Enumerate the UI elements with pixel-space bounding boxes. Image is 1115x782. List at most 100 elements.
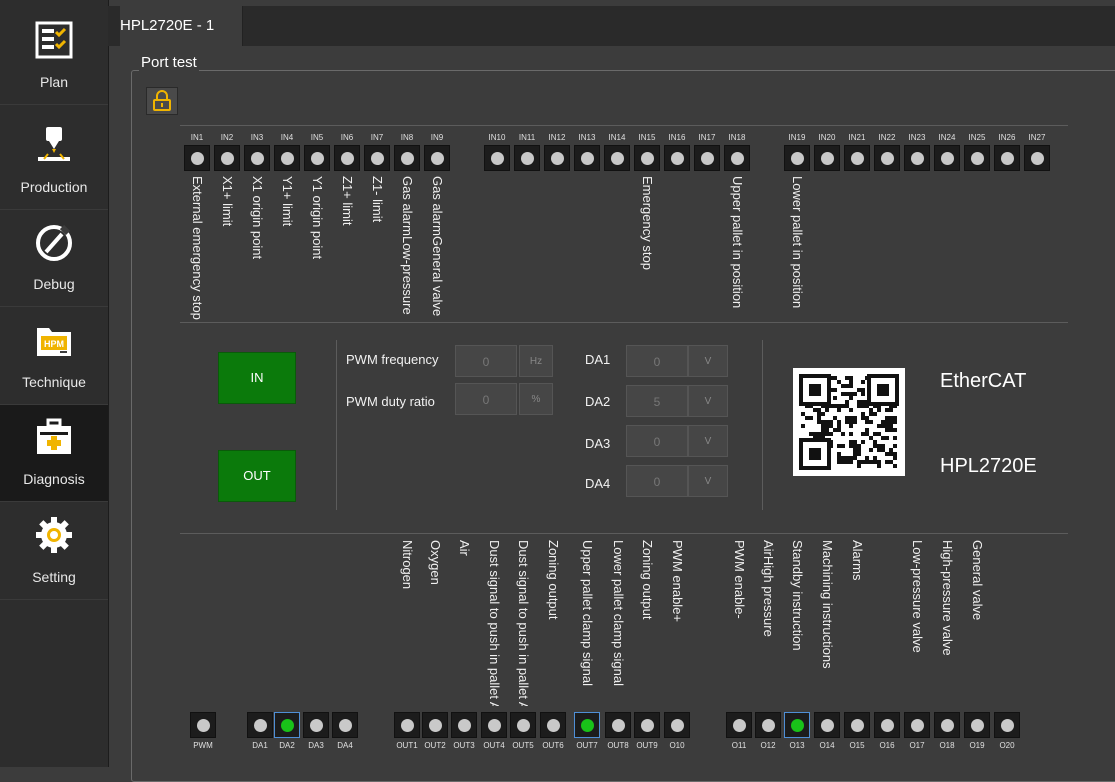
- input-id-label: IN22: [878, 133, 896, 142]
- da4-field[interactable]: 0: [626, 465, 688, 497]
- led-indicator: [401, 152, 414, 165]
- input-id-label: IN5: [310, 133, 324, 142]
- input-led-in24[interactable]: [934, 145, 960, 171]
- led-indicator: [491, 152, 504, 165]
- input-label: External emergency stop: [190, 176, 205, 320]
- input-led-in14[interactable]: [604, 145, 630, 171]
- pwm-frequency-label: PWM frequency: [346, 352, 439, 367]
- da1-field[interactable]: 0: [626, 345, 688, 377]
- in-button[interactable]: IN: [218, 352, 296, 404]
- input-id-label: IN16: [668, 133, 686, 142]
- debug-icon: [36, 224, 72, 261]
- input-led-in18[interactable]: [724, 145, 750, 171]
- output-label: General valve: [970, 540, 985, 621]
- sidebar-item-setting[interactable]: Setting: [0, 503, 108, 600]
- output-led-o12[interactable]: [755, 712, 781, 738]
- input-led-in5[interactable]: [304, 145, 330, 171]
- da1-unit: V: [688, 345, 728, 377]
- output-led-o11[interactable]: [726, 712, 752, 738]
- input-led-in22[interactable]: [874, 145, 900, 171]
- da-led-4[interactable]: [332, 712, 358, 738]
- da-led-2[interactable]: [274, 712, 300, 738]
- input-led-in11[interactable]: [514, 145, 540, 171]
- lock-button[interactable]: [146, 87, 178, 115]
- output-led-o18[interactable]: [934, 712, 960, 738]
- output-led-out4[interactable]: [481, 712, 507, 738]
- led-indicator: [339, 719, 352, 732]
- output-label: PWM enable-: [732, 540, 747, 619]
- tab-hpl2720e[interactable]: HPL2720E - 1: [120, 6, 243, 46]
- output-led-o15[interactable]: [844, 712, 870, 738]
- output-led-o19[interactable]: [964, 712, 990, 738]
- input-id-label: IN1: [190, 133, 204, 142]
- led-indicator: [281, 152, 294, 165]
- lock-icon: [153, 90, 171, 111]
- sidebar-item-plan[interactable]: Plan: [0, 8, 108, 105]
- pwm-frequency-unit: Hz: [519, 345, 553, 377]
- input-led-in20[interactable]: [814, 145, 840, 171]
- input-led-in12[interactable]: [544, 145, 570, 171]
- input-led-in3[interactable]: [244, 145, 270, 171]
- output-led-out3[interactable]: [451, 712, 477, 738]
- input-led-in26[interactable]: [994, 145, 1020, 171]
- output-led-out9[interactable]: [634, 712, 660, 738]
- output-led-o10[interactable]: [664, 712, 690, 738]
- output-id-label: OUT5: [512, 741, 534, 750]
- output-led-o20[interactable]: [994, 712, 1020, 738]
- da2-field[interactable]: 5: [626, 385, 688, 417]
- output-led-out8[interactable]: [605, 712, 631, 738]
- output-led-out1[interactable]: [394, 712, 420, 738]
- input-led-in4[interactable]: [274, 145, 300, 171]
- input-led-in19[interactable]: [784, 145, 810, 171]
- out-button[interactable]: OUT: [218, 450, 296, 502]
- output-led-o16[interactable]: [874, 712, 900, 738]
- input-led-in10[interactable]: [484, 145, 510, 171]
- output-id-label: O17: [909, 741, 925, 750]
- sidebar-item-technique[interactable]: HPM Technique: [0, 308, 108, 405]
- da-led-1[interactable]: [247, 712, 273, 738]
- da-id-label: DA4: [337, 741, 353, 750]
- pwm-led[interactable]: [190, 712, 216, 738]
- input-led-in6[interactable]: [334, 145, 360, 171]
- input-led-in9[interactable]: [424, 145, 450, 171]
- da-led-3[interactable]: [303, 712, 329, 738]
- input-led-in23[interactable]: [904, 145, 930, 171]
- output-led-out2[interactable]: [422, 712, 448, 738]
- input-led-in13[interactable]: [574, 145, 600, 171]
- input-led-in25[interactable]: [964, 145, 990, 171]
- pwm-frequency-field[interactable]: 0: [455, 345, 517, 377]
- da3-field[interactable]: 0: [626, 425, 688, 457]
- led-indicator: [762, 719, 775, 732]
- led-indicator: [671, 152, 684, 165]
- led-indicator: [429, 719, 442, 732]
- input-led-in1[interactable]: [184, 145, 210, 171]
- input-led-in16[interactable]: [664, 145, 690, 171]
- sidebar-item-label: Production: [20, 179, 88, 195]
- output-led-o13[interactable]: [784, 712, 810, 738]
- input-led-in27[interactable]: [1024, 145, 1050, 171]
- output-led-out6[interactable]: [540, 712, 566, 738]
- led-indicator: [881, 719, 894, 732]
- output-led-o17[interactable]: [904, 712, 930, 738]
- sidebar-item-production[interactable]: Production: [0, 113, 108, 210]
- input-led-in17[interactable]: [694, 145, 720, 171]
- input-led-in8[interactable]: [394, 145, 420, 171]
- input-id-label: IN2: [220, 133, 234, 142]
- sidebar-item-label: Debug: [33, 276, 75, 292]
- output-led-out5[interactable]: [510, 712, 536, 738]
- input-led-in2[interactable]: [214, 145, 240, 171]
- input-led-in15[interactable]: [634, 145, 660, 171]
- input-id-label: IN17: [698, 133, 716, 142]
- output-label: Alarms: [850, 540, 865, 581]
- led-indicator: [701, 152, 714, 165]
- input-led-in7[interactable]: [364, 145, 390, 171]
- led-indicator: [1031, 152, 1044, 165]
- output-led-o14[interactable]: [814, 712, 840, 738]
- pwm-duty-field[interactable]: 0: [455, 383, 517, 415]
- sidebar-item-debug[interactable]: Debug: [0, 210, 108, 307]
- input-led-in21[interactable]: [844, 145, 870, 171]
- tab-title: HPL2720E - 1: [120, 17, 215, 34]
- sidebar-item-diagnosis[interactable]: Diagnosis: [0, 405, 108, 502]
- led-indicator: [611, 152, 624, 165]
- output-led-out7[interactable]: [574, 712, 600, 738]
